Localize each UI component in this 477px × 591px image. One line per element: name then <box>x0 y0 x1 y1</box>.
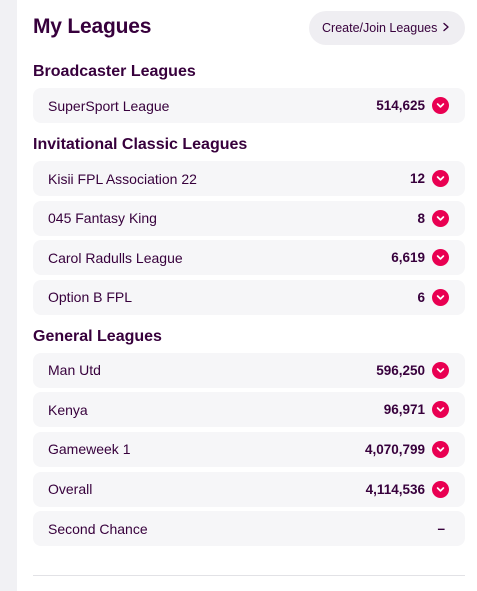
league-name: Kenya <box>48 401 88 418</box>
divider <box>33 575 465 576</box>
league-row[interactable]: Second Chance – <box>33 511 465 547</box>
league-row[interactable]: Option B FPL 6 <box>33 279 465 315</box>
expand-toggle[interactable] <box>432 249 449 267</box>
league-name: Man Utd <box>48 362 101 379</box>
league-row[interactable]: Carol Radulls League 6,619 <box>33 240 465 276</box>
league-rank: 6 <box>417 289 425 305</box>
league-rank: 514,625 <box>376 98 425 113</box>
expand-toggle[interactable] <box>432 288 449 306</box>
league-row[interactable]: Gameweek 1 4,070,799 <box>33 431 465 467</box>
create-join-leagues-label: Create/Join Leagues <box>322 21 438 35</box>
expand-toggle[interactable] <box>432 401 449 419</box>
chevron-down-icon <box>436 447 445 452</box>
chevron-down-icon <box>436 103 445 108</box>
league-name: Overall <box>48 481 93 498</box>
chevron-down-icon <box>436 407 445 413</box>
expand-toggle[interactable] <box>432 361 449 379</box>
section-title: Invitational Classic Leagues <box>33 136 248 153</box>
league-name: Option B FPL <box>48 289 133 306</box>
chevron-down-icon <box>436 367 445 373</box>
league-name: Second Chance <box>48 520 148 537</box>
league-row[interactable]: SuperSport League 514,625 <box>33 88 465 123</box>
league-rank: 8 <box>417 210 425 226</box>
league-section: Broadcaster Leagues SuperSport League 514,… <box>33 56 465 123</box>
my-leagues-page: My Leagues Create/Join Leagues Broadcast… <box>0 0 477 591</box>
league-row[interactable]: Kisii FPL Association 22 12 <box>33 161 465 196</box>
league-rank: 12 <box>409 171 425 186</box>
chevron-right-icon <box>443 22 449 32</box>
section-title: General Leagues <box>33 327 162 345</box>
league-rank: 96,971 <box>383 402 425 418</box>
league-name: Carol Radulls League <box>48 249 183 266</box>
league-row[interactable]: Overall 4,114,536 <box>33 471 465 507</box>
chevron-down-icon <box>436 486 445 492</box>
chevron-down-icon <box>436 294 445 300</box>
league-name: SuperSport League <box>48 97 170 114</box>
expand-toggle[interactable] <box>432 170 449 187</box>
expand-toggle[interactable] <box>432 97 449 114</box>
left-gutter <box>0 0 17 591</box>
league-row[interactable]: Kenya 96,971 <box>33 392 465 428</box>
league-section: Invitational Classic Leagues Kisii FPL As… <box>33 129 465 315</box>
league-rank: – <box>437 521 445 537</box>
page-title: My Leagues <box>33 15 152 38</box>
league-name: Kisii FPL Association 22 <box>48 170 197 187</box>
league-section: General Leagues Man Utd 596,250 Kenya 96,971… <box>33 321 465 547</box>
expand-toggle[interactable] <box>432 209 449 227</box>
expand-toggle[interactable] <box>432 480 449 498</box>
panel-header: My Leagues Create/Join Leagues <box>33 0 465 56</box>
expand-toggle[interactable] <box>432 440 449 458</box>
league-name: Gameweek 1 <box>48 441 131 458</box>
league-rank: 4,070,799 <box>364 441 425 457</box>
league-sections: Broadcaster Leagues SuperSport League 514,… <box>33 56 465 547</box>
league-row[interactable]: Man Utd 596,250 <box>33 352 465 388</box>
chevron-down-icon <box>436 215 445 221</box>
league-rank: 4,114,536 <box>365 481 425 497</box>
chevron-down-icon <box>436 255 445 260</box>
section-title: Broadcaster Leagues <box>33 63 196 80</box>
create-join-leagues-button[interactable]: Create/Join Leagues <box>309 11 465 45</box>
league-rank: 596,250 <box>376 362 425 378</box>
league-row[interactable]: 045 Fantasy King 8 <box>33 200 465 236</box>
chevron-down-icon <box>436 176 445 181</box>
my-leagues-panel: My Leagues Create/Join Leagues Broadcast… <box>33 0 465 552</box>
league-rank: 6,619 <box>391 250 425 266</box>
league-name: 045 Fantasy King <box>48 210 157 227</box>
